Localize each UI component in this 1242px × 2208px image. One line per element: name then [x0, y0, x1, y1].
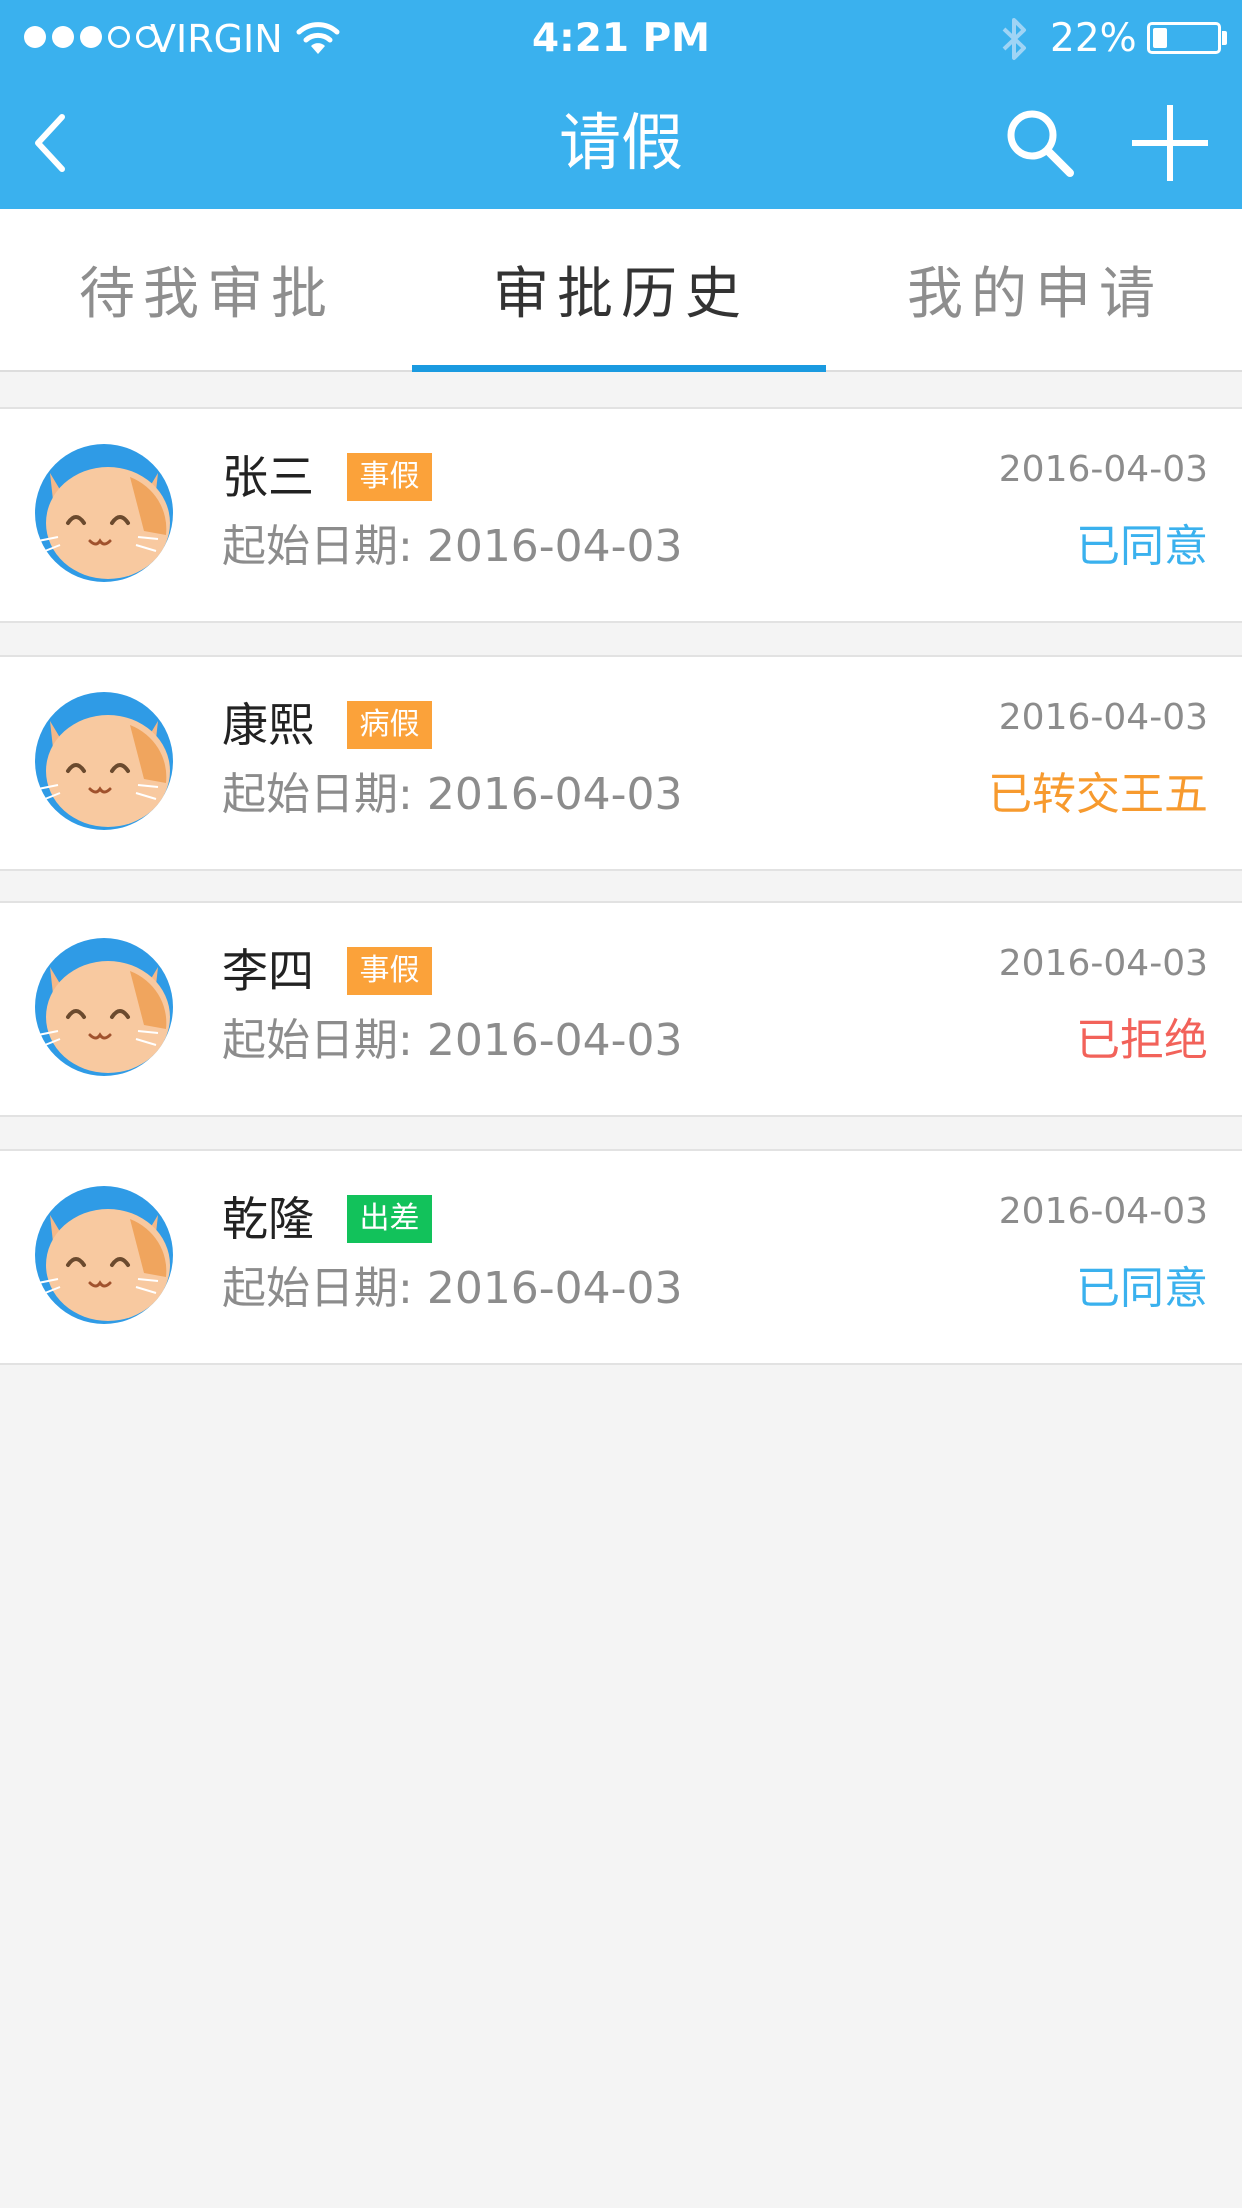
record-date: 2016-04-03 — [998, 449, 1208, 490]
list-item[interactable]: 张三 事假 起始日期: 2016-04-03 2016-04-03 已同意 — [0, 407, 1242, 623]
start-date-label: 起始日期: — [222, 1263, 413, 1314]
status-badge: 已同意 — [1076, 1263, 1208, 1314]
list-item[interactable]: 李四 事假 起始日期: 2016-04-03 2016-04-03 已拒绝 — [0, 901, 1242, 1117]
status-badge: 已拒绝 — [1076, 1015, 1208, 1066]
leave-type-badge: 事假 — [347, 947, 432, 995]
start-date: 起始日期: 2016-04-03 — [222, 517, 683, 577]
bluetooth-icon — [998, 16, 1030, 66]
start-date-value: 2016-04-03 — [426, 769, 683, 820]
start-date: 起始日期: 2016-04-03 — [222, 765, 683, 825]
active-tab-indicator — [412, 365, 826, 372]
start-date-value: 2016-04-03 — [426, 1263, 683, 1314]
record-date: 2016-04-03 — [998, 943, 1208, 984]
tab-bar: 待我审批 审批历史 我的申请 — [0, 209, 1242, 372]
applicant-name: 乾隆 — [222, 1192, 314, 1246]
avatar — [34, 691, 174, 831]
record-date: 2016-04-03 — [998, 1191, 1208, 1232]
battery-icon — [1147, 22, 1221, 54]
plus-icon — [1132, 104, 1208, 181]
start-date-label: 起始日期: — [222, 521, 413, 572]
app-header: VIRGIN 4:21 PM 22% 请假 — [0, 0, 1242, 209]
search-icon — [1007, 110, 1074, 177]
status-badge: 已转交王五 — [988, 769, 1208, 820]
navigation-bar: 请假 — [0, 76, 1242, 209]
start-date-value: 2016-04-03 — [426, 521, 683, 572]
leave-type-badge: 出差 — [347, 1195, 432, 1243]
applicant-name: 康熙 — [222, 698, 314, 752]
start-date: 起始日期: 2016-04-03 — [222, 1259, 683, 1319]
avatar — [34, 443, 174, 583]
tab-approval-history[interactable]: 审批历史 — [414, 209, 828, 370]
leave-type-badge: 事假 — [347, 453, 432, 501]
avatar — [34, 937, 174, 1077]
applicant-name: 李四 — [222, 944, 314, 998]
start-date: 起始日期: 2016-04-03 — [222, 1011, 683, 1071]
list-item[interactable]: 乾隆 出差 起始日期: 2016-04-03 2016-04-03 已同意 — [0, 1149, 1242, 1365]
battery-percent: 22% — [1050, 16, 1137, 61]
leave-type-badge: 病假 — [347, 701, 432, 749]
search-button[interactable] — [990, 76, 1090, 209]
start-date-value: 2016-04-03 — [426, 1015, 683, 1066]
add-button[interactable] — [1120, 76, 1220, 209]
status-badge: 已同意 — [1076, 521, 1208, 572]
tab-pending-approval[interactable]: 待我审批 — [0, 209, 414, 370]
record-date: 2016-04-03 — [998, 697, 1208, 738]
tab-my-applications[interactable]: 我的申请 — [828, 209, 1242, 370]
avatar — [34, 1185, 174, 1325]
start-date-label: 起始日期: — [222, 769, 413, 820]
list-item[interactable]: 康熙 病假 起始日期: 2016-04-03 2016-04-03 已转交王五 — [0, 655, 1242, 871]
start-date-label: 起始日期: — [222, 1015, 413, 1066]
status-bar: VIRGIN 4:21 PM 22% — [0, 0, 1242, 76]
applicant-name: 张三 — [222, 450, 314, 504]
